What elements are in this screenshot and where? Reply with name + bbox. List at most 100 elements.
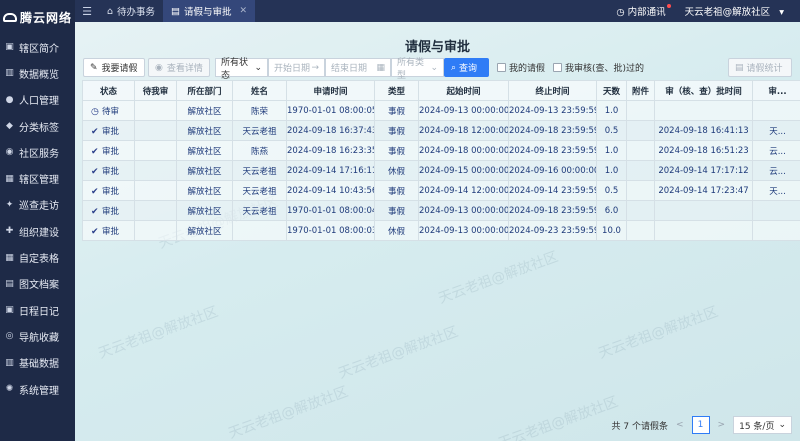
cell-approve-time: 2024-09-14 17:17:12 — [654, 160, 753, 181]
col-header[interactable]: 终止时间 — [508, 80, 597, 101]
col-header[interactable]: 审... — [752, 80, 800, 101]
check-icon: ✔ — [91, 166, 99, 177]
cell-end: 2024-09-13 23:59:59 — [508, 100, 597, 121]
my-approval-checkbox[interactable]: 我审核(查、批)过的 — [553, 61, 644, 74]
close-tab-icon[interactable]: ✕ — [240, 6, 248, 16]
cell-days: 0.5 — [596, 180, 627, 201]
sidebar-item[interactable]: ◎ 导航收藏 — [0, 323, 75, 349]
status-cell: ✔ 审批 — [82, 160, 135, 181]
sidebar-item[interactable]: ▤ 图文档案 — [0, 271, 75, 297]
check-icon: ✔ — [91, 226, 99, 237]
tab-todo[interactable]: ⌂ 待办事务 — [99, 0, 163, 22]
new-leave-button[interactable]: ✎ 我要请假 — [83, 58, 145, 77]
end-date-input[interactable]: 结束日期 ▦ — [325, 58, 391, 77]
cell-attach — [626, 200, 655, 221]
cell-apply: 1970-01-01 08:00:03 — [286, 220, 375, 241]
cell-approve-time: 2024-09-18 16:51:23 — [654, 140, 753, 161]
col-header[interactable]: 类型 — [374, 80, 419, 101]
col-header[interactable]: 姓名 — [232, 80, 287, 101]
sidebar-item[interactable]: ▥ 基础数据 — [0, 350, 75, 376]
watermark-text: 天云老祖@解放社区 — [96, 303, 221, 363]
cell-approve-time: 2024-09-14 17:23:47 — [654, 180, 753, 201]
status-label: 审批 — [102, 126, 120, 137]
my-leave-checkbox[interactable]: 我的请假 — [497, 61, 545, 74]
start-date-input[interactable]: 开始日期 → — [268, 58, 325, 77]
cell-end: 2024-09-23 23:59:59 — [508, 220, 597, 241]
cell-type: 事假 — [374, 100, 419, 121]
clock-icon: ◷ — [91, 106, 99, 117]
col-header[interactable]: 状态 — [82, 80, 135, 101]
prev-page-icon[interactable]: < — [676, 420, 684, 430]
sidebar-item[interactable]: ▦ 自定表格 — [0, 244, 75, 270]
col-header[interactable]: 天数 — [596, 80, 627, 101]
cell-mine — [134, 160, 177, 181]
logo-text: 腾云网络 — [19, 10, 72, 25]
leave-stats-button[interactable]: ▤ 请假统计 — [728, 58, 792, 77]
cell-days: 6.0 — [596, 200, 627, 221]
col-header[interactable]: 所在部门 — [176, 80, 233, 101]
table-row[interactable]: ◷ 待审 解放社区 陈荣 1970-01-01 08:00:05 事假 2024-09-13… — [82, 100, 800, 121]
cell-approver — [752, 220, 800, 241]
sidebar-item[interactable]: ✺ 系统管理 — [0, 376, 75, 402]
user-menu[interactable]: 天云老祖@解放社区 ▾ — [685, 4, 784, 18]
sidebar-item-label: 人口管理 — [19, 96, 59, 108]
col-header[interactable]: 申请时间 — [286, 80, 375, 101]
page-size-select[interactable]: 15 条/页 ⌄ — [733, 416, 792, 434]
cell-type: 休假 — [374, 220, 419, 241]
cell-dept: 解放社区 — [176, 160, 233, 181]
cell-attach — [626, 160, 655, 181]
next-page-icon[interactable]: > — [718, 420, 726, 430]
col-header[interactable]: 待我审 — [134, 80, 177, 101]
table-row[interactable]: ✔ 审批 解放社区 天云老祖 2024-09-14 10:43:56 事假 2024-09-… — [82, 180, 800, 201]
view-detail-button[interactable]: ◉ 查看详情 — [148, 58, 210, 77]
table-row[interactable]: ✔ 审批 解放社区 天云老祖 2024-09-14 17:16:11 休假 2024-09-… — [82, 160, 800, 181]
cell-name: 天云老祖 — [232, 120, 287, 141]
service-icon: ◉ — [5, 147, 14, 158]
sidebar-item[interactable]: ◉ 社区服务 — [0, 139, 75, 165]
table-row[interactable]: ✔ 审批 解放社区 天云老祖 2024-09-18 16:37:43 事假 2024-09-… — [82, 120, 800, 141]
sidebar-item[interactable]: ▦ 辖区管理 — [0, 165, 75, 191]
col-header[interactable]: 起始时间 — [418, 80, 509, 101]
sidebar-item[interactable]: ● 人口管理 — [0, 87, 75, 113]
col-header[interactable]: 附件 — [626, 80, 655, 101]
sidebar-item[interactable]: ▥ 数据概览 — [0, 60, 75, 86]
cell-approver: 天... — [752, 180, 800, 201]
table-row[interactable]: ✔ 审批 解放社区 陈燕 2024-09-18 16:23:35 事假 2024-09-18… — [82, 140, 800, 161]
sidebar-item[interactable]: ▣ 辖区简介 — [0, 34, 75, 60]
cell-type: 事假 — [374, 200, 419, 221]
cell-type: 休假 — [374, 160, 419, 181]
cell-mine — [134, 200, 177, 221]
database-icon: ▥ — [5, 357, 14, 368]
menu-toggle-icon[interactable]: ☰ — [75, 5, 99, 18]
search-button[interactable]: ⌕ 查询 — [444, 58, 489, 77]
type-select[interactable]: 所有类型 ⌄ — [391, 58, 444, 81]
sidebar-item[interactable]: ✚ 组织建设 — [0, 218, 75, 244]
notify-button[interactable]: ◷ 内部通讯 — [616, 4, 671, 18]
cell-dept: 解放社区 — [176, 220, 233, 241]
sidebar-item[interactable]: ◆ 分类标签 — [0, 113, 75, 139]
cell-apply: 2024-09-14 17:16:11 — [286, 160, 375, 181]
col-header[interactable]: 审（核、查）批时间 — [654, 80, 753, 101]
status-cell: ✔ 审批 — [82, 220, 135, 241]
cell-mine — [134, 120, 177, 141]
sidebar-item-label: 自定表格 — [19, 254, 59, 266]
cell-type: 事假 — [374, 180, 419, 201]
cell-name: 陈荣 — [232, 100, 287, 121]
status-cell: ◷ 待审 — [82, 100, 135, 121]
table-row[interactable]: ✔ 审批 解放社区 天云老祖 1970-01-01 08:00:04 事假 2024-09-… — [82, 200, 800, 221]
table-row[interactable]: ✔ 审批 解放社区 1970-01-01 08:00:03 休假 2024-09-13 0… — [82, 220, 800, 241]
page-number[interactable]: 1 — [691, 416, 710, 434]
cell-end: 2024-09-18 23:59:59 — [508, 140, 597, 161]
chevron-down-icon: ▾ — [779, 7, 784, 18]
tab-leave-approval[interactable]: ▤ 请假与审批 ✕ — [163, 0, 256, 22]
eye-icon: ◉ — [155, 62, 163, 73]
cell-days: 1.0 — [596, 100, 627, 121]
sidebar-item-label: 基础数据 — [19, 359, 59, 371]
status-select[interactable]: 所有状态 ⌄ — [215, 58, 268, 81]
cell-attach — [626, 120, 655, 141]
check-icon: ✔ — [91, 126, 99, 137]
sidebar-item[interactable]: ✦ 巡查走访 — [0, 192, 75, 218]
sidebar-item-label: 图文档案 — [19, 280, 59, 292]
building-icon: ▣ — [5, 42, 14, 53]
sidebar-item[interactable]: ▣ 日程日记 — [0, 297, 75, 323]
